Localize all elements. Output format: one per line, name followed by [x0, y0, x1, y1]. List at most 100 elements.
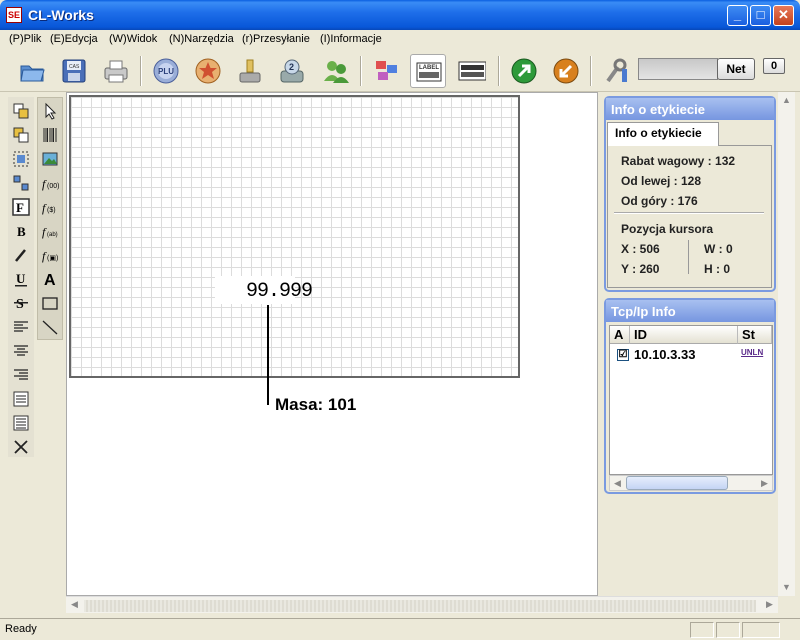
image-icon[interactable]: [39, 148, 61, 170]
label-icon[interactable]: LABEL: [410, 54, 446, 88]
toolbar-separator: [590, 56, 592, 86]
align-left-icon[interactable]: [10, 316, 32, 338]
delete-x-icon[interactable]: [10, 436, 32, 458]
minimize-button[interactable]: _: [727, 5, 748, 26]
open-folder-icon[interactable]: [14, 54, 50, 88]
star-icon[interactable]: [190, 54, 226, 88]
ungroup-icon[interactable]: [10, 172, 32, 194]
italic-icon[interactable]: [10, 244, 32, 266]
justify-icon[interactable]: [10, 388, 32, 410]
od-lewej: Od lewej : 128: [621, 174, 702, 188]
tcp-scroll-left-icon[interactable]: ◀: [609, 475, 626, 491]
plu-icon[interactable]: PLU: [148, 54, 184, 88]
svg-text:B: B: [17, 224, 26, 239]
net-button[interactable]: Net: [717, 58, 755, 80]
info-vertical-divider: [688, 240, 689, 274]
scroll-right-arrow-icon[interactable]: ▶: [761, 596, 778, 613]
maximize-button[interactable]: □: [750, 5, 771, 26]
cursor-y: Y : 260: [621, 262, 660, 276]
status-text: Ready: [5, 623, 37, 635]
function-00-icon[interactable]: f (00): [39, 172, 61, 194]
pointer-icon[interactable]: [39, 100, 61, 122]
cursor-x: X : 506: [621, 242, 660, 256]
bold-icon[interactable]: B: [10, 220, 32, 242]
tab-info-etykiecie[interactable]: Info o etykiecie: [607, 122, 719, 146]
column-header-st[interactable]: St: [738, 326, 772, 344]
svg-text:LABEL: LABEL: [419, 65, 439, 71]
device-checkbox[interactable]: ☑: [617, 349, 629, 361]
save-cas-icon[interactable]: CAS: [56, 54, 92, 88]
column-header-a[interactable]: A: [610, 326, 630, 344]
svg-text:(ab): (ab): [47, 232, 58, 238]
hscroll-thumb[interactable]: [84, 600, 756, 612]
masa-label[interactable]: Masa: 101: [273, 394, 359, 416]
align-right-icon[interactable]: [10, 364, 32, 386]
send-back-icon[interactable]: [10, 124, 32, 146]
menu-narzedzia[interactable]: (N)Narzędzia: [169, 33, 234, 45]
svg-text:2: 2: [289, 62, 294, 72]
device-status-icon: UNLN: [741, 348, 764, 357]
rectangle-icon[interactable]: [39, 292, 61, 314]
od-gory: Od góry : 176: [621, 194, 698, 208]
label-canvas[interactable]: [69, 95, 520, 378]
menu-edycja[interactable]: (E)Edycja: [50, 33, 98, 45]
barcode-board-icon[interactable]: [454, 54, 490, 88]
cursor-h: H : 0: [704, 262, 731, 276]
workspace-vscrollbar[interactable]: [778, 92, 795, 596]
menu-informacje[interactable]: (I)Informacje: [320, 33, 382, 45]
receive-orange-icon[interactable]: [548, 54, 584, 88]
column-header-id[interactable]: ID: [630, 326, 738, 344]
svg-text:F: F: [16, 200, 24, 215]
justify-all-icon[interactable]: [10, 412, 32, 434]
download-icon[interactable]: [232, 54, 268, 88]
function-dollar-icon[interactable]: f ($): [39, 196, 61, 218]
status-bar: Ready: [0, 618, 800, 640]
scroll-down-arrow-icon[interactable]: ▼: [778, 579, 795, 596]
users-icon[interactable]: [318, 54, 354, 88]
svg-text:($): ($): [47, 207, 56, 214]
counter-button[interactable]: 0: [763, 58, 785, 74]
toolbar: CAS PLU 2 LABEL Net: [0, 50, 800, 92]
info-panel-title: Info o etykiecie: [606, 98, 774, 120]
tcp-panel-title: Tcp/Ip Info: [606, 300, 774, 322]
svg-text:(00): (00): [47, 183, 59, 190]
toolbar-separator: [498, 56, 500, 86]
scroll-left-arrow-icon[interactable]: ◀: [66, 596, 83, 613]
function-text-icon[interactable]: f (ab): [39, 220, 61, 242]
settings-tools-icon[interactable]: [598, 54, 634, 88]
font-f-icon[interactable]: F: [10, 196, 32, 218]
bring-front-icon[interactable]: [10, 100, 32, 122]
status-pane: [742, 622, 780, 638]
device-ip[interactable]: 10.10.3.33: [634, 347, 695, 362]
close-button[interactable]: ✕: [773, 5, 794, 26]
group-icon[interactable]: [10, 148, 32, 170]
svg-text:A: A: [44, 272, 56, 288]
send-green-icon[interactable]: [506, 54, 542, 88]
tags-icon[interactable]: [368, 54, 404, 88]
status-pane: [716, 622, 740, 638]
tcp-scroll-right-icon[interactable]: ▶: [756, 475, 773, 491]
svg-text:CAS: CAS: [69, 64, 80, 70]
window-title: CL-Works: [28, 7, 94, 23]
info-divider: [614, 212, 764, 214]
menu-widok[interactable]: (W)Widok: [109, 33, 157, 45]
text-a-icon[interactable]: A: [39, 268, 61, 290]
barcode-icon[interactable]: [39, 124, 61, 146]
strike-icon[interactable]: S: [10, 292, 32, 314]
menu-plik[interactable]: (P)Plik: [9, 33, 41, 45]
net-value-field: [638, 58, 718, 80]
scale-2-icon[interactable]: 2: [274, 54, 310, 88]
scroll-up-arrow-icon[interactable]: ▲: [778, 92, 795, 109]
underline-icon[interactable]: U: [10, 268, 32, 290]
svg-text:S: S: [16, 297, 24, 312]
title-bar: SE CL-Works _ □ ✕: [0, 0, 800, 30]
menu-przesylanie[interactable]: (r)Przesyłanie: [242, 33, 310, 45]
function-image-icon[interactable]: f (▣): [39, 244, 61, 266]
print-icon[interactable]: [98, 54, 134, 88]
svg-text:PLU: PLU: [158, 67, 174, 76]
align-center-icon[interactable]: [10, 340, 32, 362]
tcp-hscroll-thumb[interactable]: [626, 476, 728, 490]
line-icon[interactable]: [39, 316, 61, 338]
svg-text:(▣): (▣): [47, 255, 58, 262]
status-pane: [690, 622, 714, 638]
